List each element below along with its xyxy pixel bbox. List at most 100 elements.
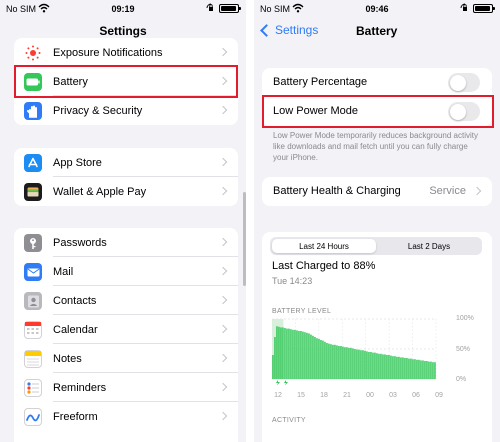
rotation-lock-icon	[460, 3, 467, 11]
battery-percentage-label: Battery Percentage	[273, 76, 368, 88]
battery-level-bar	[274, 337, 276, 379]
battery-level-bar	[354, 349, 356, 379]
battery-screen: No SIM 09:46 Settings Battery Battery Pe…	[254, 0, 500, 442]
y-tick-label: 0%	[456, 376, 467, 383]
battery-level-bar	[336, 345, 338, 379]
battery-level-bar	[272, 355, 274, 379]
settings-row-app-store[interactable]: App Store	[14, 148, 238, 177]
x-tick-label: 06	[412, 392, 420, 399]
battery-level-bar	[298, 331, 300, 379]
scrollbar[interactable]	[243, 192, 246, 286]
battery-level-bar	[282, 327, 284, 379]
y-tick-label: 50%	[456, 346, 471, 353]
exposure-notifications-icon	[24, 44, 42, 62]
low-power-description: Low Power Mode temporarily reduces backg…	[273, 131, 478, 162]
battery-level-bar	[356, 349, 358, 379]
settings-row-notes[interactable]: Notes	[14, 344, 238, 373]
chevron-right-icon	[218, 411, 228, 421]
battery-level-bar	[308, 333, 310, 379]
battery-level-bar	[332, 344, 334, 379]
battery-level-bar	[416, 359, 418, 379]
battery-level-bar	[424, 361, 426, 379]
battery-level-bar	[366, 351, 368, 379]
battery-level-bar	[414, 359, 416, 379]
charging-bolt-icon	[284, 380, 288, 385]
y-tick-label: 100%	[456, 315, 474, 322]
battery-level-bar	[340, 346, 342, 379]
chevron-right-icon	[218, 353, 228, 363]
settings-row-calendar[interactable]: Calendar	[14, 315, 238, 344]
charging-bolt-icon	[276, 380, 280, 385]
settings-row-mail[interactable]: Mail	[14, 257, 238, 286]
x-tick-label: 03	[389, 392, 397, 399]
app-store-icon	[24, 154, 42, 172]
battery-level-bar	[316, 338, 318, 379]
rotation-lock-icon	[206, 3, 213, 11]
segment-last-24-hours[interactable]: Last 24 Hours	[272, 239, 376, 253]
battery-health-row[interactable]: Battery Health & Charging Service	[262, 177, 492, 206]
battery-level-bar	[418, 359, 420, 379]
settings-row-label: Exposure Notifications	[53, 46, 163, 59]
x-tick-label: 21	[343, 392, 351, 399]
battery-level-bar	[338, 346, 340, 379]
battery-level-bar	[432, 362, 434, 379]
battery-level-bar	[278, 326, 280, 379]
battery-level-bar	[334, 344, 336, 379]
status-bar: No SIM 09:46	[254, 0, 500, 18]
settings-row-exposure[interactable]: Exposure Notifications	[14, 38, 238, 67]
battery-level-bar	[352, 348, 354, 379]
segment-last-2-days[interactable]: Last 2 Days	[378, 239, 480, 253]
battery-level-bar	[304, 332, 306, 379]
settings-row-label: Mail	[53, 265, 74, 278]
last-charged-time: Tue 14:23	[272, 276, 313, 286]
chevron-right-icon	[472, 186, 482, 196]
settings-row-label: Calendar	[53, 323, 98, 336]
settings-row-label: Wallet & Apple Pay	[53, 185, 147, 198]
chevron-right-icon	[218, 324, 228, 334]
battery-level-bar	[306, 332, 308, 379]
battery-level-bar	[426, 361, 428, 379]
battery-level-bar	[300, 331, 302, 379]
low-power-highlight	[262, 95, 494, 128]
x-tick-label: 12	[274, 392, 282, 399]
back-button[interactable]: Settings	[259, 23, 318, 37]
settings-row-passwords[interactable]: Passwords	[14, 228, 238, 257]
battery-percentage-toggle[interactable]	[448, 73, 480, 92]
battery-level-bar	[292, 329, 294, 379]
chevron-right-icon	[218, 266, 228, 276]
settings-row-label: Passwords	[53, 236, 107, 249]
settings-row-label: Contacts	[53, 294, 97, 307]
battery-level-bar	[360, 350, 362, 379]
settings-row-freeform[interactable]: Freeform	[14, 402, 238, 431]
battery-level-bar	[280, 327, 282, 379]
battery-level-bar	[286, 328, 288, 379]
settings-row-label: Reminders	[53, 381, 107, 394]
battery-percentage-row: Battery Percentage	[262, 68, 492, 97]
settings-group-3: Passwords Mail Contacts Calendar Notes R…	[14, 228, 238, 442]
battery-level-chart	[272, 318, 437, 385]
settings-row-wallet[interactable]: Wallet & Apple Pay	[14, 177, 238, 206]
key-icon	[24, 234, 42, 252]
settings-row-privacy[interactable]: Privacy & Security	[14, 96, 238, 125]
chevron-right-icon	[218, 105, 228, 115]
hand-icon	[24, 102, 42, 120]
battery-level-bar	[294, 329, 296, 379]
page-title: Battery	[356, 24, 398, 38]
status-bar: No SIM 09:19	[0, 0, 246, 18]
battery-level-bar	[390, 355, 392, 379]
freeform-icon	[24, 408, 42, 426]
battery-level-bar	[302, 331, 304, 379]
battery-level-bar	[398, 356, 400, 379]
settings-row-reminders[interactable]: Reminders	[14, 373, 238, 402]
battery-level-bar	[350, 347, 352, 379]
chevron-right-icon	[218, 237, 228, 247]
battery-level-bar	[310, 334, 312, 379]
battery-level-bar	[422, 360, 424, 379]
battery-health-value: Service	[429, 185, 466, 197]
battery-level-bar	[362, 350, 364, 379]
settings-row-contacts[interactable]: Contacts	[14, 286, 238, 315]
calendar-icon	[24, 321, 42, 339]
battery-level-bar	[322, 340, 324, 379]
x-tick-label: 15	[297, 392, 305, 399]
settings-group-2: App Store Wallet & Apple Pay	[14, 148, 238, 206]
